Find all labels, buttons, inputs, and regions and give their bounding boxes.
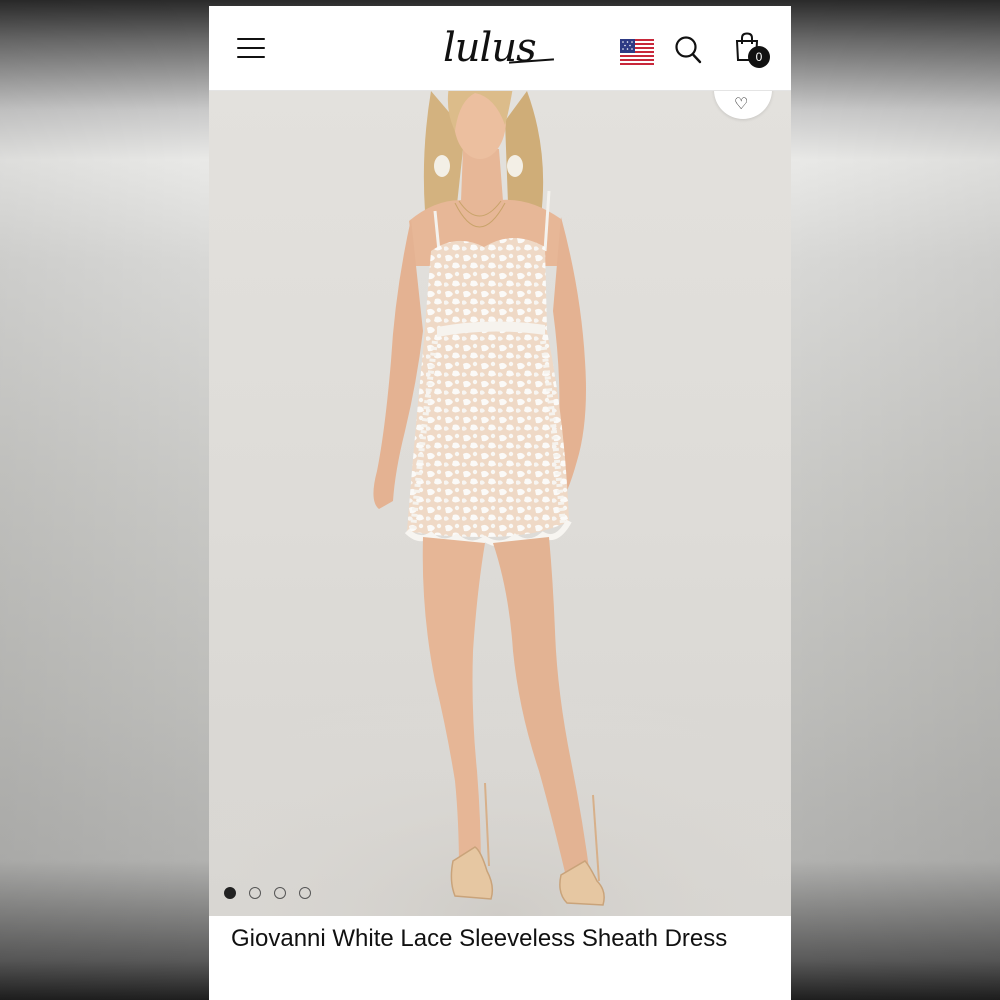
search-icon[interactable]: [674, 35, 702, 65]
background-blur-right: [791, 0, 1000, 1000]
hamburger-menu-icon[interactable]: [237, 38, 265, 60]
carousel-dot-3[interactable]: [274, 887, 286, 899]
heart-icon: ♡: [734, 96, 749, 113]
carousel-dot-1[interactable]: [224, 887, 236, 899]
model-photo: [209, 91, 791, 916]
image-carousel-dots: [224, 887, 311, 901]
lulus-logo[interactable]: lulus: [443, 24, 558, 72]
background-blur-left: [0, 0, 209, 1000]
product-image[interactable]: ♡: [209, 91, 791, 916]
us-flag-icon[interactable]: [620, 39, 654, 65]
mobile-page: lulus 0 ♡ Giovanni White Lace Sleeveless…: [209, 6, 791, 1000]
carousel-dot-4[interactable]: [299, 887, 311, 899]
carousel-dot-2[interactable]: [249, 887, 261, 899]
cart-count-badge[interactable]: 0: [748, 46, 770, 68]
site-header: lulus 0: [209, 6, 791, 91]
product-title: Giovanni White Lace Sleeveless Sheath Dr…: [231, 925, 728, 952]
